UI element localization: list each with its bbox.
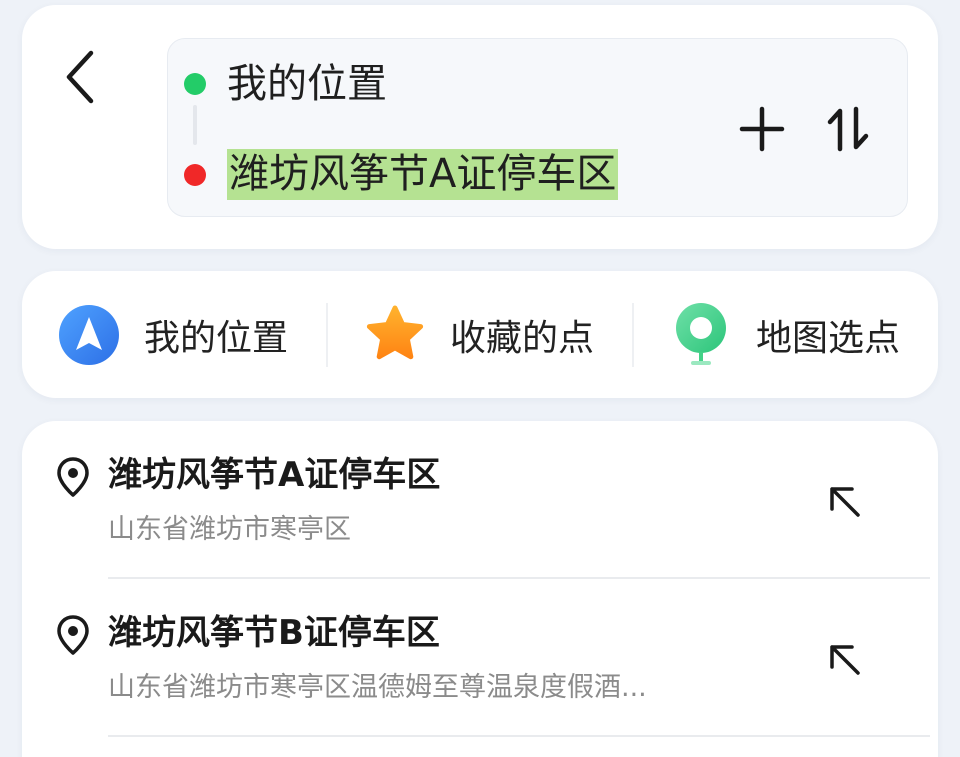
destination-field[interactable]: 潍坊风筝节A证停车区 bbox=[227, 149, 619, 200]
result-row[interactable]: 潍坊风筝节B证停车区 山东省潍坊市寒亭区温德姆至尊温泉度假酒... bbox=[22, 579, 938, 735]
map-pin-select-icon bbox=[676, 302, 726, 365]
route-card: 我的位置 潍坊风筝节A证停车区 bbox=[22, 5, 938, 249]
origin-dot bbox=[184, 73, 206, 95]
location-pin-icon bbox=[57, 615, 89, 655]
quick-map-pick[interactable]: 地图选点 bbox=[670, 271, 900, 398]
quick-favorites-label: 收藏的点 bbox=[450, 317, 595, 359]
result-address: 山东省潍坊市寒亭区 bbox=[108, 514, 351, 545]
origin-field[interactable]: 我的位置 bbox=[227, 57, 387, 111]
quick-divider bbox=[632, 303, 634, 367]
plus-icon bbox=[739, 106, 785, 152]
chevron-left-icon bbox=[66, 50, 94, 104]
location-pin-icon bbox=[57, 457, 89, 497]
quick-actions-card: 我的位置 收藏的点 地图选点 bbox=[22, 271, 938, 398]
navigation-arrow-icon bbox=[59, 304, 119, 365]
swap-route-button[interactable] bbox=[822, 103, 874, 155]
row-divider bbox=[108, 735, 930, 737]
result-name: 潍坊风筝节A证停车区 bbox=[108, 455, 441, 495]
arrow-up-left-icon bbox=[830, 487, 860, 517]
star-icon bbox=[366, 305, 424, 359]
quick-my-location[interactable]: 我的位置 bbox=[58, 271, 288, 398]
route-connector bbox=[193, 105, 197, 145]
result-name: 潍坊风筝节B证停车区 bbox=[108, 613, 440, 653]
quick-favorites[interactable]: 收藏的点 bbox=[364, 271, 594, 398]
fill-destination-button[interactable] bbox=[822, 479, 866, 523]
quick-divider bbox=[326, 303, 328, 367]
back-button[interactable] bbox=[60, 47, 100, 107]
search-results-card: 潍坊风筝节A证停车区 山东省潍坊市寒亭区 潍坊风筝节B证停车区 山东省潍坊市寒亭… bbox=[22, 421, 938, 757]
route-input-box: 我的位置 潍坊风筝节A证停车区 bbox=[167, 38, 908, 217]
add-waypoint-button[interactable] bbox=[736, 103, 788, 155]
result-row[interactable]: 潍坊风筝节A证停车区 山东省潍坊市寒亭区 bbox=[22, 421, 938, 577]
result-address: 山东省潍坊市寒亭区温德姆至尊温泉度假酒... bbox=[108, 672, 647, 703]
arrow-up-left-icon bbox=[830, 645, 860, 675]
destination-dot bbox=[184, 164, 206, 186]
fill-destination-button[interactable] bbox=[822, 637, 866, 681]
quick-my-location-label: 我的位置 bbox=[144, 317, 289, 359]
swap-arrows-icon bbox=[827, 106, 869, 152]
quick-map-pick-label: 地图选点 bbox=[756, 317, 901, 359]
